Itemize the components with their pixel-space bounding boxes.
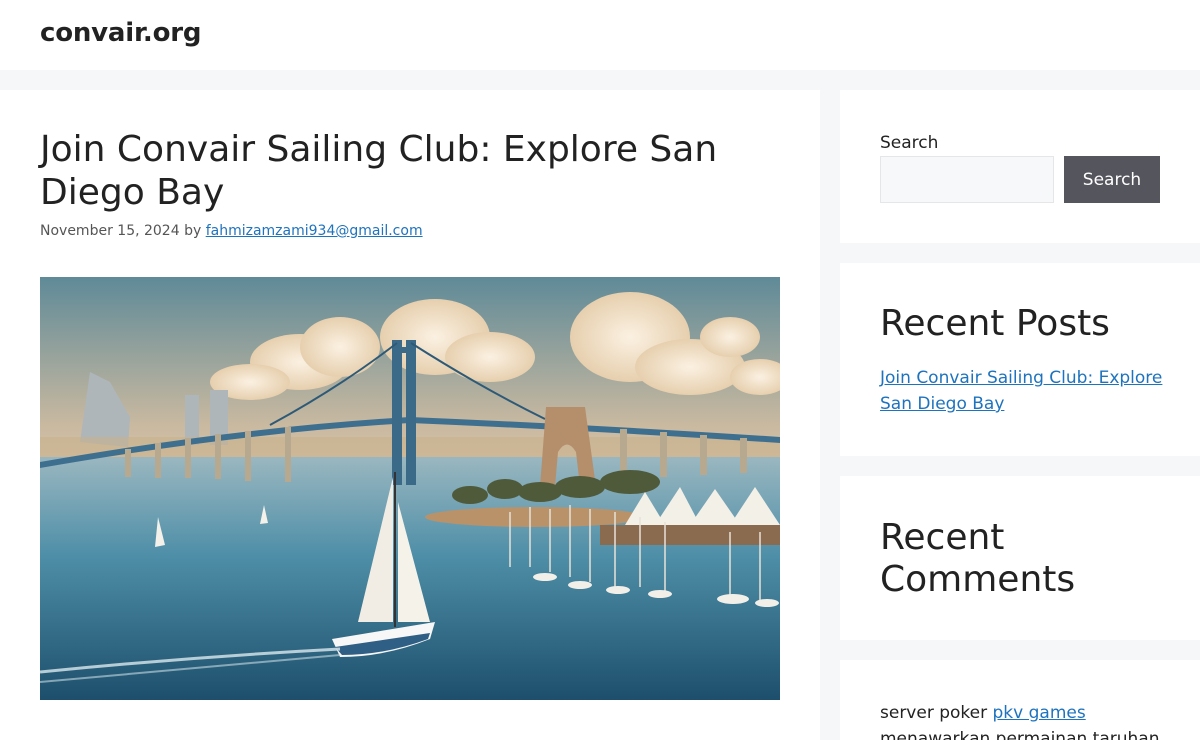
post-author-link[interactable]: fahmizamzami934@gmail.com (206, 223, 423, 239)
recent-post-link[interactable]: Join Convair Sailing Club: Explore San D… (880, 365, 1170, 417)
post-by-label: by (184, 223, 202, 239)
pkv-games-link[interactable]: pkv games (993, 703, 1086, 723)
site-header: convair.org (0, 0, 1200, 70)
text-widget-body: server poker pkv games menawarkan permai… (880, 700, 1180, 740)
site-title-link[interactable]: convair.org (40, 18, 201, 48)
text-widget-prefix: server poker (880, 703, 988, 723)
text-widget-continuation: menawarkan permainan taruhan (880, 729, 1160, 740)
post-date: November 15, 2024 (40, 223, 180, 239)
featured-image (40, 277, 780, 700)
recent-comments-title: Recent Comments (880, 517, 1076, 600)
post-title: Join Convair Sailing Club: Explore San D… (40, 129, 718, 213)
search-widget: Search Search (840, 90, 1200, 243)
recent-posts-widget: Recent Posts Join Convair Sailing Club: … (840, 263, 1200, 456)
search-button[interactable]: Search (1064, 156, 1160, 203)
article: Join Convair Sailing Club: Explore San D… (0, 90, 820, 740)
search-label: Search (880, 133, 939, 153)
recent-posts-title: Recent Posts (880, 303, 1110, 344)
search-input[interactable] (880, 156, 1054, 203)
post-meta: November 15, 2024 by fahmizamzami934@gma… (40, 223, 423, 239)
text-widget: server poker pkv games menawarkan permai… (840, 660, 1200, 740)
recent-comments-widget: Recent Comments (840, 476, 1200, 640)
